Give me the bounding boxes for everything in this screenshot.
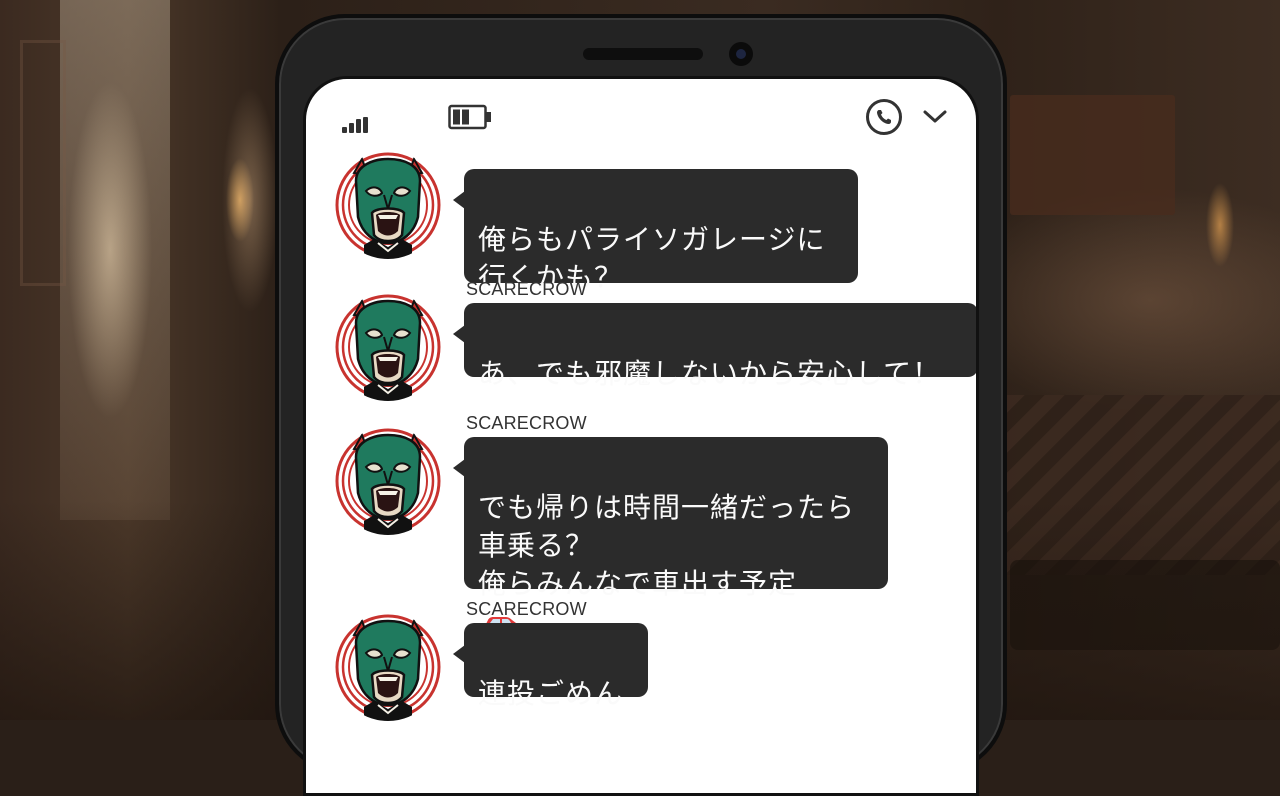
- scarecrow-mask-icon: [335, 152, 441, 259]
- message-text: 連投ごめん: [478, 677, 624, 710]
- scarecrow-mask-avatar[interactable]: [334, 151, 442, 259]
- phone-speaker: [583, 48, 703, 60]
- background-window: [60, 0, 170, 520]
- chevron-down-icon[interactable]: [920, 107, 950, 127]
- scarecrow-mask-avatar[interactable]: [334, 293, 442, 401]
- sender-name: SCARECROW: [466, 279, 587, 299]
- signal-bars-icon: [342, 117, 368, 133]
- status-bar: [306, 79, 976, 159]
- call-button[interactable]: [866, 99, 902, 135]
- message-text: でも帰りは時間一緒だったら 車乗る？ 俺らみんなで車出す予定: [478, 491, 856, 600]
- scarecrow-mask-icon: [335, 614, 441, 721]
- message-bubble: 連投ごめん: [453, 623, 648, 710]
- chat-screen: 俺らもパライソガレージに 行くかも？ SCARECROW あ、でも邪魔しないから…: [303, 76, 979, 796]
- background-picture-frame: [20, 40, 66, 286]
- scarecrow-mask-icon: [335, 294, 441, 401]
- sender-name: SCARECROW: [466, 413, 587, 433]
- background-menu-board: [1010, 95, 1175, 215]
- smartphone: 俺らもパライソガレージに 行くかも？ SCARECROW あ、でも邪魔しないから…: [275, 14, 1007, 796]
- message-bubble: でも帰りは時間一緒だったら 車乗る？ 俺らみんなで車出す予定: [453, 437, 888, 633]
- phone-call-icon: [877, 110, 891, 124]
- phone-camera: [729, 42, 753, 66]
- scarecrow-mask-avatar[interactable]: [334, 613, 442, 721]
- sender-name: SCARECROW: [466, 599, 587, 619]
- message-bubble: 俺らもパライソガレージに 行くかも？: [453, 169, 858, 294]
- scarecrow-mask-icon: [335, 428, 441, 535]
- scarecrow-mask-avatar[interactable]: [334, 427, 442, 535]
- message-bubble: あ、でも邪魔しないから安心して！: [453, 303, 976, 390]
- message-text: あ、でも邪魔しないから安心して！: [478, 357, 942, 390]
- battery-icon: [448, 104, 491, 130]
